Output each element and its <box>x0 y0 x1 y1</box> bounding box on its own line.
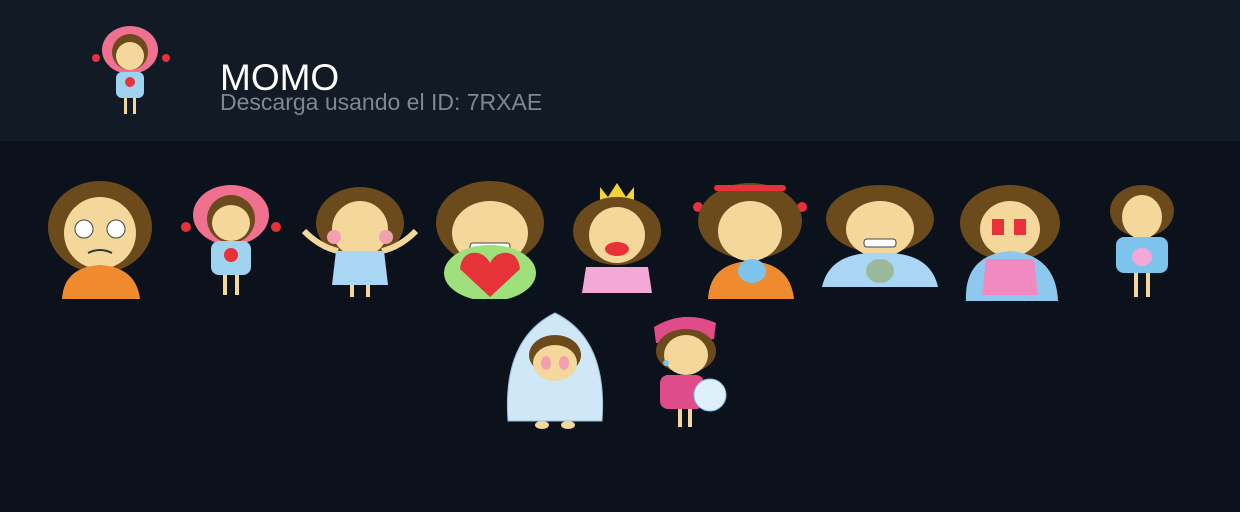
momo-under-blanket-icon <box>506 312 604 429</box>
sticker-7[interactable] <box>820 179 940 299</box>
momo-frown-orange-shirt-icon <box>48 181 152 299</box>
sticker-3[interactable] <box>300 181 420 299</box>
sticker-10[interactable] <box>502 309 608 429</box>
momo-grin-holding-heart-icon <box>436 181 544 299</box>
sticker-4[interactable] <box>432 177 548 299</box>
sticker-1[interactable] <box>44 177 156 299</box>
momo-holding-bunny-icon <box>1110 185 1174 297</box>
sticker-6[interactable] <box>690 177 812 299</box>
pack-header: MOMO Descarga usando el ID: 7RXAE <box>0 0 1240 141</box>
momo-crying-blanket-icon <box>960 185 1060 301</box>
pack-download-id: Descarga usando el ID: 7RXAE <box>220 89 543 115</box>
sticker-5[interactable] <box>566 175 668 299</box>
momo-grin-cup-blanket-icon <box>822 185 938 287</box>
pack-cover-icon <box>86 20 176 118</box>
momo-crown-kiss-icon <box>573 183 661 293</box>
momo-angry-coffee-icon <box>693 183 807 299</box>
momo-hearts-pink-hood-icon <box>181 185 281 295</box>
sticker-2[interactable] <box>178 181 284 299</box>
momo-shrug-blue-dress-icon <box>301 187 419 297</box>
sticker-grid <box>0 141 1240 512</box>
sticker-9[interactable] <box>1106 181 1178 299</box>
sticker-11[interactable] <box>640 309 730 429</box>
momo-sad-rain-icon <box>654 316 727 427</box>
sticker-8[interactable] <box>948 179 1068 301</box>
